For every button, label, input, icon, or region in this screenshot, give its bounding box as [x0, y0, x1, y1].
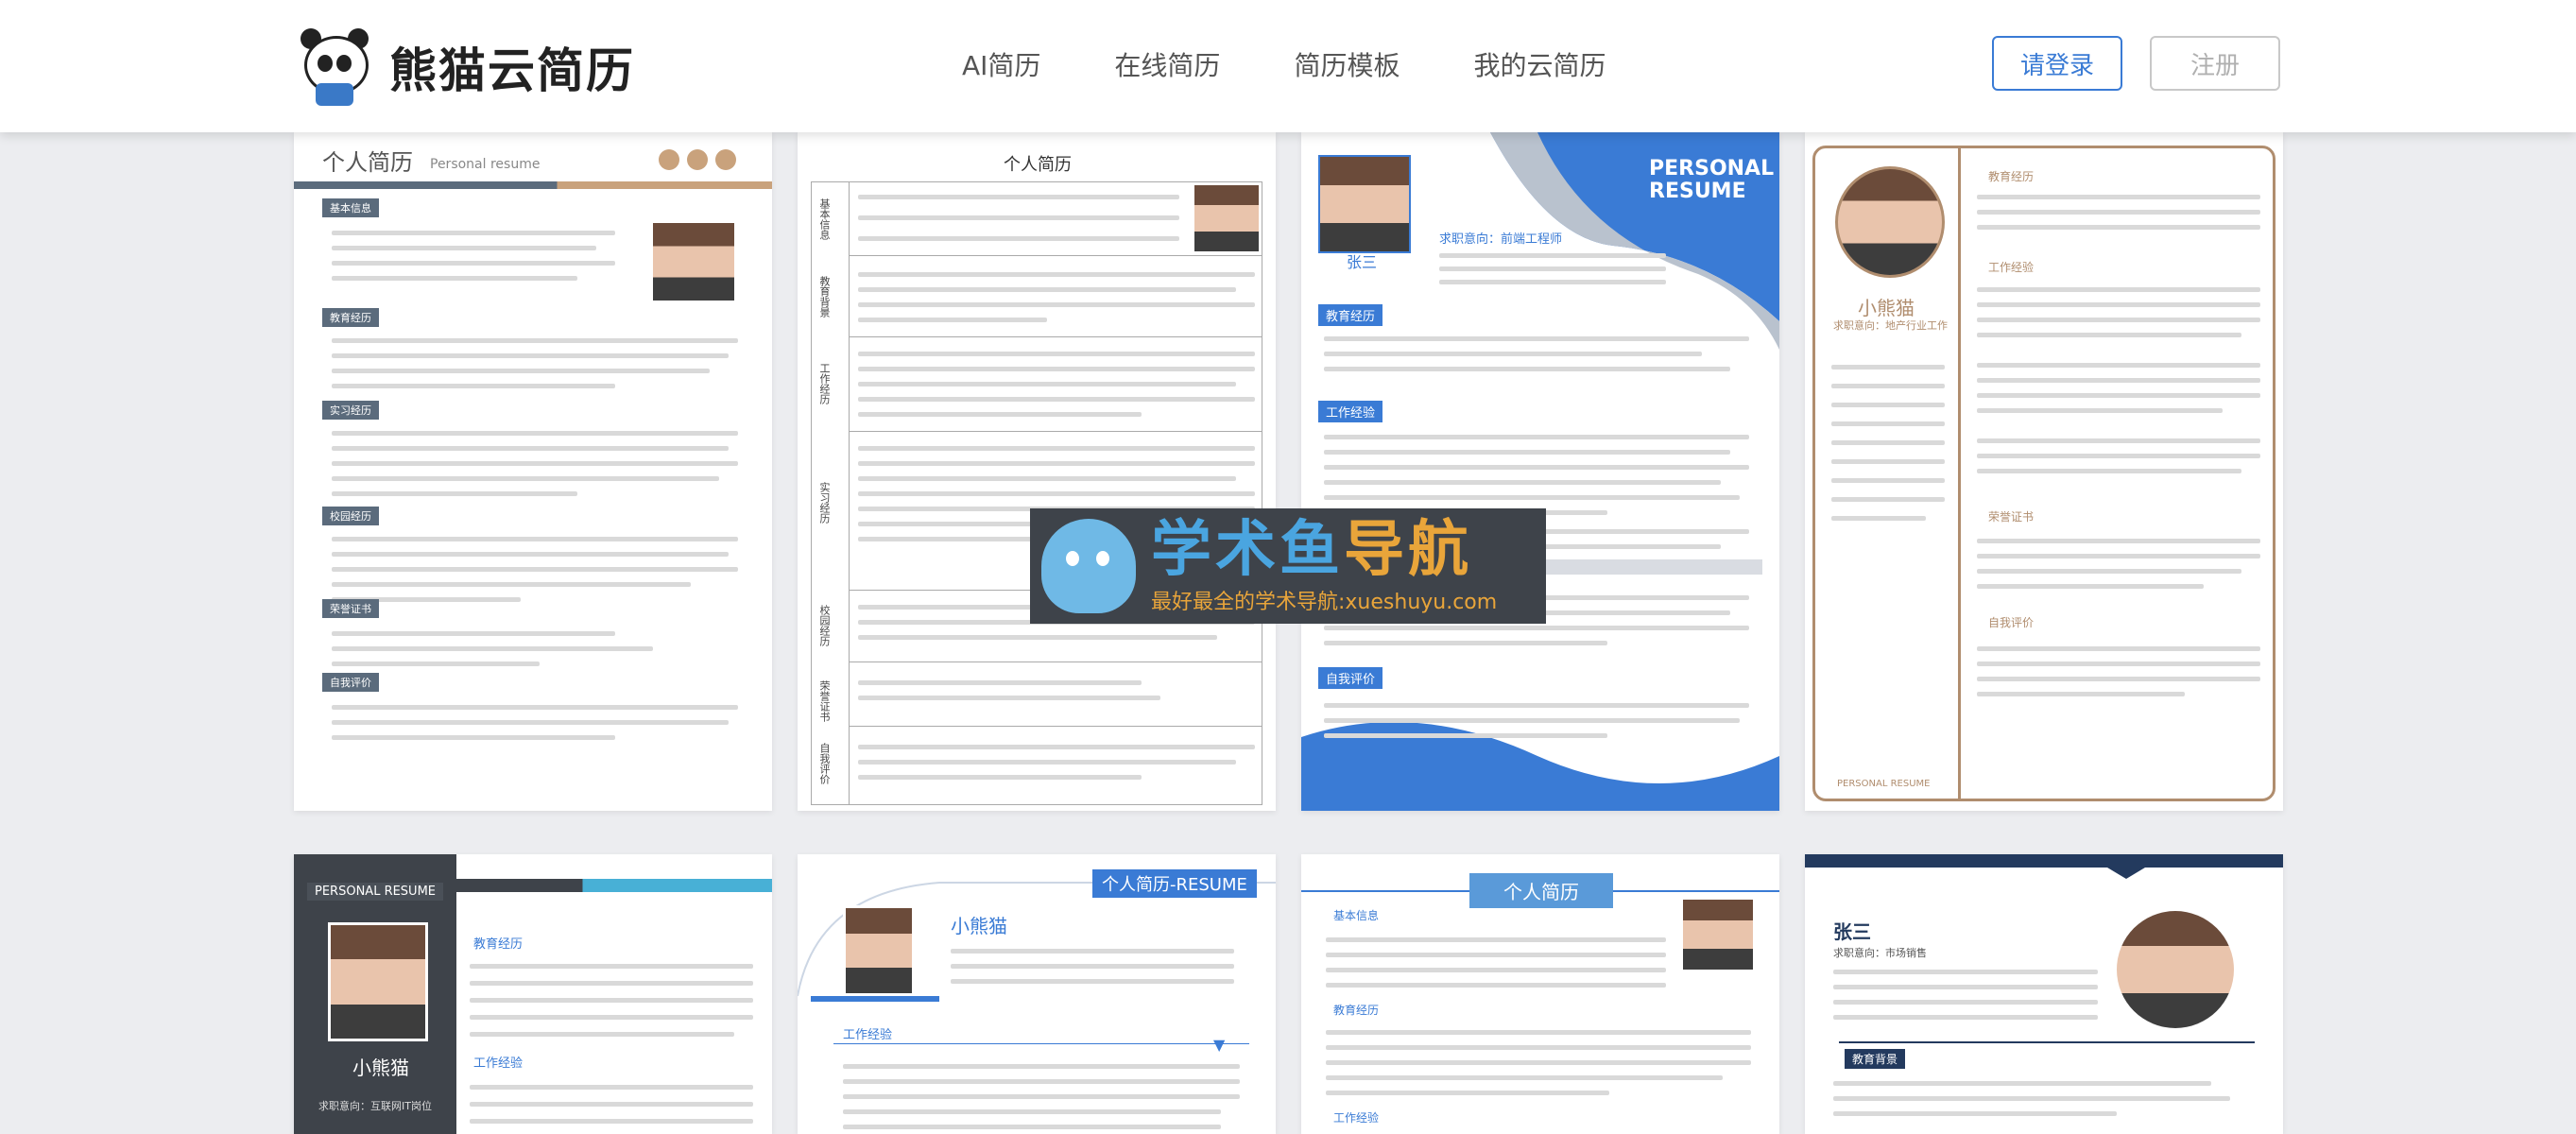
card-title: 个人简历: [322, 149, 413, 176]
top-navbar: 熊猫云简历 AI简历 在线简历 简历模板 我的云简历 请登录 注册: [0, 0, 2576, 132]
section-education: 教育背景: [1845, 1049, 1906, 1069]
main-nav: AI简历 在线简历 简历模板 我的云简历: [962, 45, 1606, 83]
candidate-name: 小熊猫: [352, 1057, 409, 1079]
resume-template-card[interactable]: PERSONAL RESUME 张三 求职意向：前端工程师 教育经历 工作经验 …: [1301, 132, 1779, 811]
candidate-name: 小熊猫: [1858, 297, 1915, 319]
section-self-eval: 自我评价: [1988, 616, 2035, 629]
card-title: 个人简历: [1004, 155, 1072, 175]
job-intention: 求职意向：前端工程师: [1439, 232, 1563, 247]
resume-template-card[interactable]: 个人简历 基本信息 教育经历 工作经验: [1301, 854, 1779, 1134]
card-footer: PERSONAL RESUME: [1837, 779, 1931, 789]
card-top-accent: [294, 181, 772, 189]
section-basic-info: 基本信息: [1333, 909, 1380, 922]
card-title-en: PERSONAL: [1649, 157, 1775, 180]
octopus-logo-icon: [1041, 519, 1136, 613]
card-title: 个人简历: [1469, 873, 1613, 908]
resume-template-card[interactable]: 小熊猫 求职意向：地产行业工作 PERSONAL RESUME 教育经历 工作经…: [1805, 132, 2283, 811]
resume-template-card[interactable]: 张三 求职意向：市场销售 教育背景: [1805, 854, 2283, 1134]
section-education: 教育经历: [322, 308, 379, 327]
section-education: 教育经历: [1333, 1004, 1380, 1017]
nav-resume-templates[interactable]: 简历模板: [1294, 45, 1400, 83]
candidate-name: 小熊猫: [951, 915, 1007, 937]
section-self-eval: 自我评价: [322, 673, 379, 692]
login-button[interactable]: 请登录: [1992, 36, 2122, 91]
section-self-eval: 自我评价: [818, 743, 831, 784]
nav-my-cloud-resume[interactable]: 我的云简历: [1473, 45, 1606, 83]
section-honors: 荣誉证书: [1988, 510, 2035, 524]
resume-template-card[interactable]: PERSONAL RESUME 小熊猫 求职意向：互联网IT岗位 教育经历 工作…: [294, 854, 772, 1134]
section-education: 教育经历: [1318, 304, 1383, 326]
section-basic-info: 基本信息: [818, 198, 831, 240]
section-basic-info: 基本信息: [322, 198, 379, 217]
contact-icons: [659, 149, 736, 170]
profile-photo: [1194, 185, 1259, 251]
logo[interactable]: 熊猫云简历: [299, 28, 635, 106]
resume-template-card[interactable]: 个人简历 Personal resume 基本信息 教育经历 实习经历 校园经历…: [294, 132, 772, 811]
section-internship: 实习经历: [818, 482, 831, 524]
profile-photo: [328, 922, 428, 1041]
profile-photo: [843, 905, 915, 996]
profile-photo: [1683, 900, 1753, 970]
section-honors: 荣誉证书: [818, 680, 831, 722]
section-campus: 校园经历: [322, 507, 379, 525]
section-work: 工作经验: [843, 1028, 893, 1042]
section-self-eval: 自我评价: [1318, 667, 1383, 689]
resume-template-card[interactable]: 个人简历-RESUME 小熊猫 工作经验 ▼: [798, 854, 1276, 1134]
nav-online-resume[interactable]: 在线简历: [1114, 45, 1220, 83]
section-work: 工作经验: [473, 1057, 524, 1071]
collapse-arrow-icon[interactable]: ▼: [1213, 1036, 1225, 1054]
section-work: 工作经验: [1988, 261, 2035, 274]
job-intention: 求职意向：地产行业工作: [1833, 319, 1948, 332]
card-title: 个人简历-RESUME: [1092, 869, 1257, 898]
job-intention: 求职意向：市场销售: [1833, 947, 1927, 959]
panda-logo-icon: [299, 28, 370, 106]
register-button[interactable]: 注册: [2150, 36, 2280, 91]
card-title-en-2: RESUME: [1649, 180, 1746, 203]
watermark-title-b: 导航: [1344, 515, 1472, 585]
site-watermark: 学术鱼导航 最好最全的学术导航:xueshuyu.com: [1030, 508, 1546, 624]
watermark-title-a: 学术鱼: [1151, 515, 1344, 585]
nav-ai-resume[interactable]: AI简历: [962, 45, 1040, 83]
profile-photo: [653, 223, 734, 301]
job-intention: 求职意向：互联网IT岗位: [318, 1100, 432, 1112]
section-work: 工作经验: [1333, 1111, 1380, 1125]
section-campus: 校园经历: [818, 605, 831, 646]
section-education: 教育背景: [818, 276, 831, 318]
card-subtitle: Personal resume: [430, 157, 541, 172]
watermark-subtitle: 最好最全的学术导航:xueshuyu.com: [1151, 591, 1498, 614]
section-internship: 实习经历: [322, 401, 379, 420]
section-education: 教育经历: [1988, 170, 2035, 183]
section-honors: 荣誉证书: [322, 599, 379, 618]
candidate-name: 张三: [1833, 920, 1871, 943]
profile-photo: [1318, 155, 1411, 253]
resume-template-card[interactable]: 个人简历 基本信息 教育背景 工作经历 实习经历 校园经历 荣誉证书 自我评价: [798, 132, 1276, 811]
section-work: 工作经验: [1318, 401, 1383, 422]
section-education: 教育经历: [473, 937, 524, 952]
section-work: 工作经历: [818, 363, 831, 404]
profile-photo: [2117, 911, 2234, 1028]
card-title-en: PERSONAL RESUME: [307, 883, 444, 901]
candidate-name: 张三: [1347, 253, 1378, 271]
profile-photo: [1835, 166, 1945, 278]
brand-name: 熊猫云简历: [389, 43, 635, 98]
